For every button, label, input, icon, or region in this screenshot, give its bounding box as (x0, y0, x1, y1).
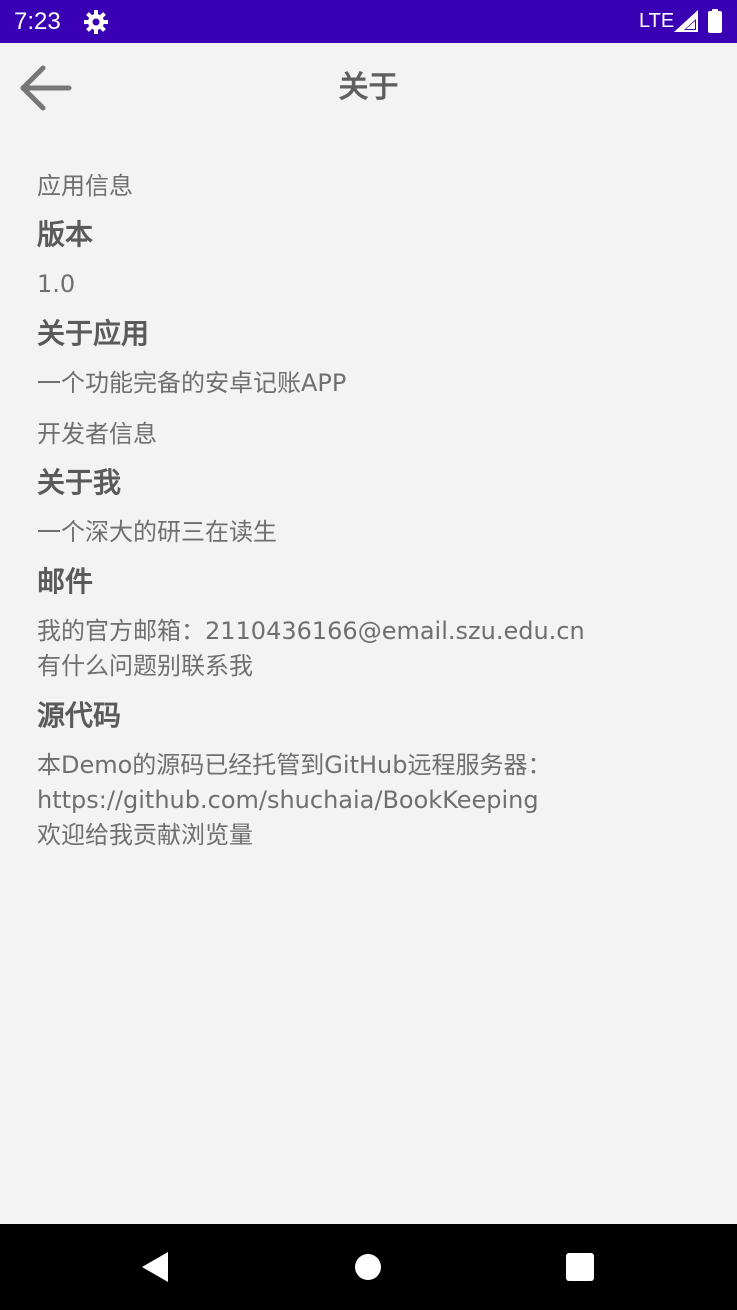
pref-email[interactable]: 邮件 我的官方邮箱：2110436166@email.szu.edu.cn 有什… (37, 562, 717, 684)
about-me-value: 一个深大的研三在读生 (37, 518, 277, 546)
email-title: 邮件 (37, 565, 94, 598)
navigation-bar (0, 1224, 737, 1310)
battery-icon (708, 9, 722, 33)
about-app-title: 关于应用 (37, 317, 150, 350)
category-app-info: 应用信息 (37, 172, 133, 200)
about-screen: 7:23 LTE 关于 应用信息 版本 1.0 关于应用 一个功能完备的安卓记账… (0, 0, 737, 1310)
source-code-title: 源代码 (37, 699, 122, 732)
version-value: 1.0 (37, 270, 76, 298)
status-time: 7:23 (14, 8, 61, 35)
nav-back-icon[interactable] (140, 1250, 170, 1284)
about-content: 应用信息 版本 1.0 关于应用 一个功能完备的安卓记账APP 开发者信息 关于… (37, 165, 717, 853)
pref-version[interactable]: 版本 1.0 (37, 215, 717, 302)
pref-about-app[interactable]: 关于应用 一个功能完备的安卓记账APP (37, 314, 717, 401)
signal-icon (674, 10, 698, 32)
app-bar: 关于 (0, 43, 737, 133)
about-app-value: 一个功能完备的安卓记账APP (37, 369, 347, 397)
network-type-label: LTE (639, 10, 675, 32)
page-title: 关于 (338, 70, 399, 105)
pref-about-me[interactable]: 关于我 一个深大的研三在读生 (37, 463, 717, 550)
nav-home-icon[interactable] (354, 1253, 382, 1281)
about-me-title: 关于我 (37, 466, 122, 499)
status-bar: 7:23 LTE (0, 0, 737, 43)
nav-recent-icon[interactable] (566, 1253, 594, 1281)
gear-icon (83, 9, 109, 35)
version-title: 版本 (37, 218, 94, 251)
email-value: 我的官方邮箱：2110436166@email.szu.edu.cn 有什么问题… (37, 617, 585, 680)
source-code-value: 本Demo的源码已经托管到GitHub远程服务器： https://github… (37, 751, 552, 849)
category-developer-info: 开发者信息 (37, 420, 157, 448)
pref-source-code[interactable]: 源代码 本Demo的源码已经托管到GitHub远程服务器： https://gi… (37, 696, 717, 853)
